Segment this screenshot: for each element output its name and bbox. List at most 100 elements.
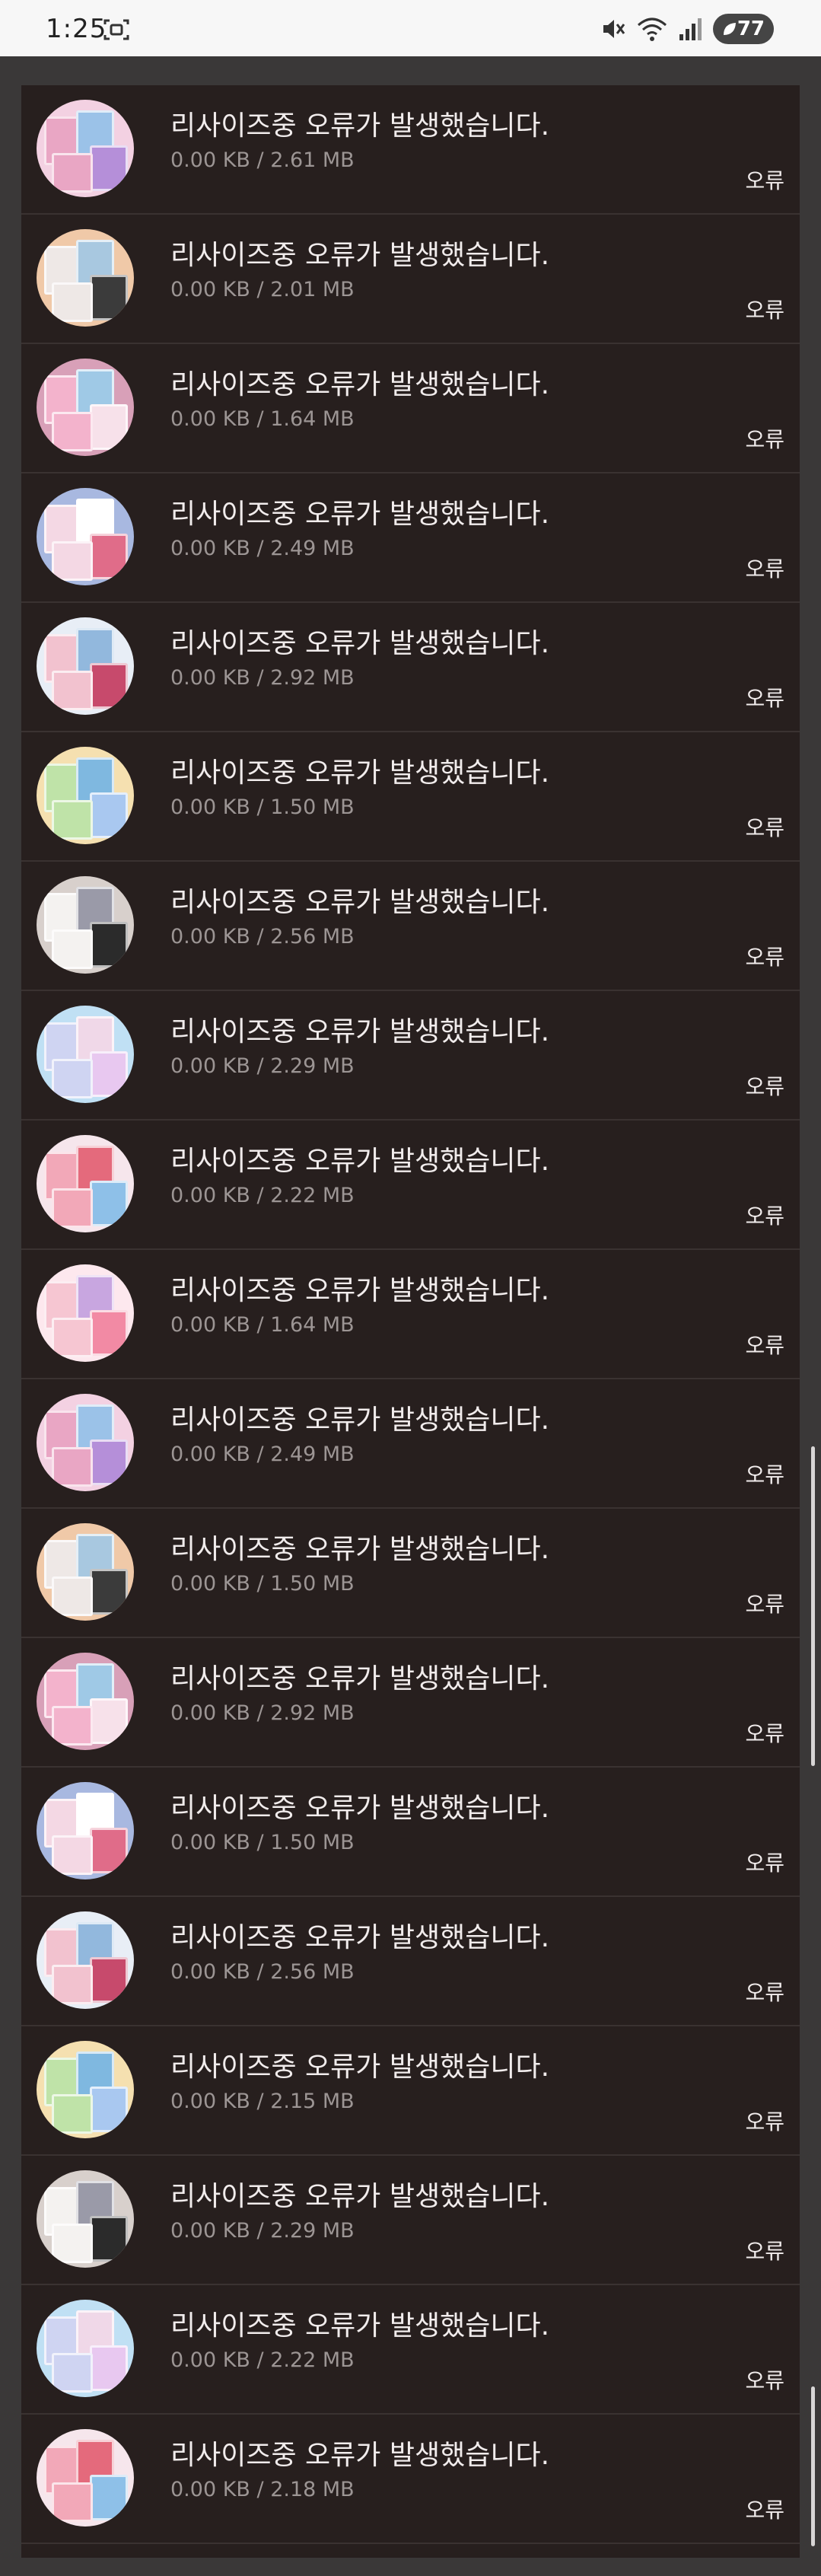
list-item[interactable]: 리사이즈중 오류가 발생했습니다. 0.00 KB / 1.50 MB 오류 [21,1768,800,1897]
item-size: 0.00 KB / 2.92 MB [170,1701,355,1725]
thumbnail-card [52,1059,93,1098]
thumbnail-image [37,1523,134,1621]
list-item[interactable]: 리사이즈중 오류가 발생했습니다. 0.00 KB / 2.01 MB 오류 [21,215,800,344]
status-time: 1:25 [46,14,107,44]
item-size: 0.00 KB / 2.01 MB [170,278,355,301]
list-item[interactable]: 리사이즈중 오류가 발생했습니다. 0.00 KB / 2.49 MB 오류 [21,1379,800,1509]
thumbnail-card [90,922,128,968]
list-item[interactable]: 리사이즈중 오류가 발생했습니다. 0.00 KB / 2.92 MB 오류 [21,603,800,732]
item-size: 0.00 KB / 2.29 MB [170,2219,355,2243]
thumbnail-card [52,800,93,840]
thumbnail-card [90,1957,128,2003]
thumbnail-image [37,747,134,844]
list-item[interactable]: 리사이즈중 오류가 발생했습니다. 0.00 KB / 2.29 MB 오류 [21,2156,800,2285]
thumbnail-card [52,153,93,193]
item-status: 오류 [745,1980,784,2005]
item-status: 오류 [745,2239,784,2264]
thumbnail-card [52,929,93,969]
item-title: 리사이즈중 오류가 발생했습니다. [170,628,550,659]
thumbnail-card [52,2094,93,2134]
thumbnail-card [90,792,128,838]
item-status: 오류 [745,298,784,323]
item-status: 오류 [745,2368,784,2393]
item-status: 오류 [745,2498,784,2523]
list-item[interactable]: 리사이즈중 오류가 발생했습니다. 0.00 KB / 2.61 MB 오류 [21,85,800,215]
item-title: 리사이즈중 오류가 발생했습니다. [170,1275,550,1306]
item-title: 리사이즈중 오류가 발생했습니다. [170,757,550,789]
list-item[interactable]: 리사이즈중 오류가 발생했습니다. 0.00 KB / 2.49 MB 오류 [21,473,800,603]
thumbnail-card [52,1965,93,2004]
list-item[interactable]: 리사이즈중 오류가 발생했습니다. 0.00 KB / 1.50 MB 오류 [21,732,800,862]
thumbnail-image [37,1782,134,1879]
item-size: 0.00 KB / 2.22 MB [170,1184,355,1207]
list-item[interactable]: 리사이즈중 오류가 발생했습니다. 0.00 KB / 2.22 MB 오류 [21,1121,800,1250]
item-size: 0.00 KB / 2.92 MB [170,666,355,690]
thumbnail-image [37,1135,134,1232]
list-item[interactable]: 리사이즈중 오류가 발생했습니다. 0.00 KB / 1.50 MB 오류 [21,1509,800,1638]
item-size: 0.00 KB / 2.61 MB [170,148,355,172]
item-status: 오류 [745,1592,784,1617]
thumbnail-card [52,2482,93,2522]
list-item[interactable]: 리사이즈중 오류가 발생했습니다. 0.00 KB / 2.18 MB 오류 [21,2415,800,2544]
scrollbar[interactable] [811,1446,815,1766]
thumbnail-card [90,1181,128,1226]
item-status: 오류 [745,427,784,452]
thumbnail-card [90,2345,128,2391]
thumbnail-image [37,1006,134,1103]
item-status: 오류 [745,1204,784,1229]
thumbnail-card [52,541,93,581]
item-title: 리사이즈중 오류가 발생했습니다. [170,1016,550,1047]
list-item[interactable]: 리사이즈중 오류가 발생했습니다. 0.00 KB / 1.64 MB 오류 [21,1250,800,1379]
item-title: 리사이즈중 오류가 발생했습니다. [170,499,550,530]
item-title: 리사이즈중 오류가 발생했습니다. [170,110,550,142]
thumbnail-card [90,1051,128,1097]
list-item[interactable]: 리사이즈중 오류가 발생했습니다. 0.00 KB / 2.56 MB 오류 [21,1897,800,2026]
signal-icon [679,18,702,40]
thumbnail-card [52,1835,93,1875]
thumbnail-card [52,1188,93,1228]
item-status: 오류 [745,1462,784,1487]
list-item[interactable]: 리사이즈중 오류가 발생했습니다. 0.00 KB / 2.29 MB 오류 [21,991,800,1121]
thumbnail-card [90,2475,128,2520]
item-size: 0.00 KB / 2.15 MB [170,2090,355,2113]
thumbnail-image [37,2170,134,2268]
item-title: 리사이즈중 오류가 발생했습니다. [170,1922,550,1953]
thumbnail-image [37,876,134,974]
thumbnail-card [90,1698,128,1744]
thumbnail-card [52,2224,93,2263]
thumbnail-card [52,412,93,451]
list-item[interactable]: 리사이즈중 오류가 발생했습니다. 0.00 KB / 1.64 MB 오류 [21,344,800,473]
item-size: 0.00 KB / 1.64 MB [170,407,355,431]
thumbnail-image [37,100,134,197]
list-item[interactable]: 리사이즈중 오류가 발생했습니다. 0.00 KB / 2.22 MB 오류 [21,2285,800,2415]
thumbnail-card [90,1828,128,1873]
thumbnail-card [52,1318,93,1357]
item-size: 0.00 KB / 2.49 MB [170,1443,355,1466]
list-item[interactable]: 리사이즈중 오류가 발생했습니다. 0.00 KB / 2.56 MB 오류 [21,862,800,991]
item-size: 0.00 KB / 2.18 MB [170,2478,355,2501]
list-item[interactable]: 리사이즈중 오류가 발생했습니다. 0.00 KB / 2.92 MB 오류 [21,1638,800,1768]
item-title: 리사이즈중 오류가 발생했습니다. [170,2052,550,2083]
scrollbar-lower[interactable] [811,2386,815,2546]
item-title: 리사이즈중 오류가 발생했습니다. [170,240,550,271]
item-status: 오류 [745,945,784,970]
thumbnail-image [37,2041,134,2138]
thumbnail-image [37,1394,134,1491]
item-title: 리사이즈중 오류가 발생했습니다. [170,2181,550,2212]
item-title: 리사이즈중 오류가 발생했습니다. [170,2310,550,2342]
thumbnail-card [90,1569,128,1615]
list-item[interactable]: 리사이즈중 오류가 발생했습니다. 0.00 KB / 2.15 MB 오류 [21,2026,800,2156]
thumbnail-card [90,145,128,191]
resize-task-list[interactable]: 리사이즈중 오류가 발생했습니다. 0.00 KB / 2.61 MB 오류 리사이즈… [21,85,800,2558]
thumbnail-image [37,1911,134,2009]
thumbnail-card [90,663,128,709]
screenshot-icon [103,19,129,40]
item-title: 리사이즈중 오류가 발생했습니다. [170,1146,550,1177]
thumbnail-card [90,275,128,320]
item-title: 리사이즈중 오류가 발생했습니다. [170,1404,550,1436]
thumbnail-card [90,1310,128,1356]
thumbnail-image [37,488,134,585]
item-size: 0.00 KB / 2.56 MB [170,1960,355,1984]
thumbnail-image [37,2300,134,2397]
thumbnail-card [90,404,128,450]
